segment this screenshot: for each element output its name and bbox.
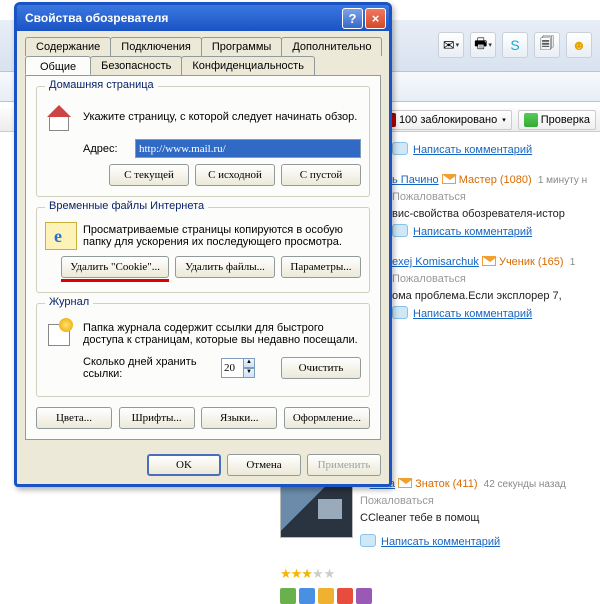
tempfiles-group: Временные файлы Интернета Просматриваемы… [36, 207, 370, 293]
tempfiles-desc: Просматриваемые страницы копируются в ос… [83, 224, 361, 248]
print-icon[interactable]: 🖶▾ [470, 32, 496, 58]
check-button[interactable]: Проверка [518, 110, 596, 130]
user-rank: Знаток [415, 478, 449, 490]
tab-programs[interactable]: Программы [201, 37, 282, 56]
tab-security[interactable]: Безопасность [90, 56, 182, 75]
answer-3: ● LAVa Знаток (411) 42 секунды назад Пож… [280, 478, 596, 604]
avatar[interactable] [280, 478, 353, 538]
days-spinner[interactable]: ▲▼ [221, 358, 255, 378]
write-comment-link[interactable]: Написать комментарий [392, 224, 598, 238]
envelope-icon[interactable] [442, 174, 456, 184]
messenger-icon[interactable]: ☻ [566, 32, 592, 58]
write-comment-link[interactable]: Написать комментарий [360, 534, 596, 548]
tab-connections[interactable]: Подключения [110, 37, 202, 56]
history-desc: Папка журнала содержит ссылки для быстро… [83, 322, 361, 346]
world-icon[interactable] [337, 588, 353, 604]
answer-body: вис-свойства обозревателя-истор [392, 208, 598, 220]
user-score: (165) [538, 256, 564, 268]
service-icons [280, 588, 596, 604]
rating-stars: ★★★ [280, 566, 312, 581]
history-group: Журнал Папка журнала содержит ссылки для… [36, 303, 370, 397]
house-icon [45, 101, 77, 133]
video-icon[interactable] [299, 588, 315, 604]
settings-button[interactable]: Параметры... [281, 256, 361, 278]
blog-icon[interactable] [318, 588, 334, 604]
group-legend: Временные файлы Интернета [45, 200, 208, 212]
history-icon [45, 318, 77, 350]
close-button[interactable]: × [365, 8, 386, 29]
photo-icon[interactable] [280, 588, 296, 604]
answer-1-header: ь Пачино Мастер (1080) 1 минуту н [392, 174, 598, 186]
answer-time: 1 минуту н [538, 175, 587, 186]
envelope-icon[interactable] [482, 256, 496, 266]
abc-check-icon [524, 113, 538, 127]
spinner-up[interactable]: ▲ [243, 358, 255, 368]
tab-content[interactable]: Содержание [25, 37, 111, 56]
internet-options-dialog: Свойства обозревателя ? × Содержание Под… [14, 2, 392, 487]
complain-link[interactable]: Пожаловаться [360, 495, 596, 507]
user-rank: Ученик [499, 256, 535, 268]
dialog-footer: OK Отмена Применить [17, 448, 389, 484]
use-default-button[interactable]: С исходной [195, 164, 275, 186]
homepage-group: Домашняя страница Укажите страницу, с ко… [36, 86, 370, 197]
complain-link[interactable]: Пожаловаться [392, 191, 598, 203]
spinner-down[interactable]: ▼ [243, 368, 255, 378]
research-icon[interactable]: 🗐 [534, 32, 560, 58]
accessibility-button[interactable]: Оформление... [284, 407, 370, 429]
write-comment-link[interactable]: Написать комментарий [392, 306, 598, 320]
use-blank-button[interactable]: С пустой [281, 164, 361, 186]
help-button[interactable]: ? [342, 8, 363, 29]
group-legend: Журнал [45, 296, 93, 308]
answer-2-header: exej Komisarchuk Ученик (165) 1 [392, 256, 598, 268]
delete-cookies-button[interactable]: Удалить "Cookie"... [61, 256, 169, 278]
user-score: (411) [453, 478, 478, 490]
days-label: Сколько дней хранить ссылки: [83, 356, 215, 380]
use-current-button[interactable]: С текущей [109, 164, 189, 186]
dialog-title: Свойства обозревателя [25, 11, 168, 25]
titlebar[interactable]: Свойства обозревателя ? × [17, 5, 389, 31]
cancel-button[interactable]: Отмена [227, 454, 301, 476]
apply-button[interactable]: Применить [307, 454, 381, 476]
user-link[interactable]: exej Komisarchuk [392, 256, 479, 268]
address-label: Адрес: [83, 143, 129, 155]
skype-icon[interactable]: S [502, 32, 528, 58]
tabstrip: Содержание Подключения Программы Дополни… [17, 31, 389, 75]
answer-time: 42 секунды назад [484, 479, 566, 490]
clear-history-button[interactable]: Очистить [281, 357, 361, 379]
languages-button[interactable]: Языки... [201, 407, 277, 429]
answer-time: 1 [570, 257, 576, 268]
address-input[interactable] [135, 139, 361, 158]
tab-pane-general: Домашняя страница Укажите страницу, с ко… [25, 75, 381, 440]
group-legend: Домашняя страница [45, 79, 158, 91]
tab-advanced[interactable]: Дополнительно [281, 37, 382, 56]
user-score: (1080) [500, 174, 532, 186]
tab-privacy[interactable]: Конфиденциальность [181, 56, 315, 75]
blocked-counter[interactable]: 100 заблокировано▾ [376, 110, 512, 130]
colors-button[interactable]: Цвета... [36, 407, 112, 429]
answer-body: ома проблема.Если эксплорер 7, [392, 290, 598, 302]
mail-icon[interactable]: ✉▾ [438, 32, 464, 58]
fonts-button[interactable]: Шрифты... [119, 407, 195, 429]
answers-column: Написать комментарий ь Пачино Мастер (10… [392, 138, 598, 338]
answers-icon[interactable] [356, 588, 372, 604]
complain-link[interactable]: Пожаловаться [392, 273, 598, 285]
delete-files-button[interactable]: Удалить файлы... [175, 256, 275, 278]
answer-body: CCleaner тебе в помощ [360, 512, 596, 524]
write-comment-link[interactable]: Написать комментарий [392, 142, 598, 156]
user-link[interactable]: ь Пачино [392, 174, 439, 186]
days-input[interactable] [221, 358, 243, 378]
tab-general[interactable]: Общие [25, 56, 91, 75]
homepage-desc: Укажите страницу, с которой следует начи… [83, 111, 361, 123]
user-rank: Мастер [459, 174, 497, 186]
envelope-icon[interactable] [398, 478, 412, 488]
ok-button[interactable]: OK [147, 454, 221, 476]
ie-folder-icon [45, 222, 77, 250]
